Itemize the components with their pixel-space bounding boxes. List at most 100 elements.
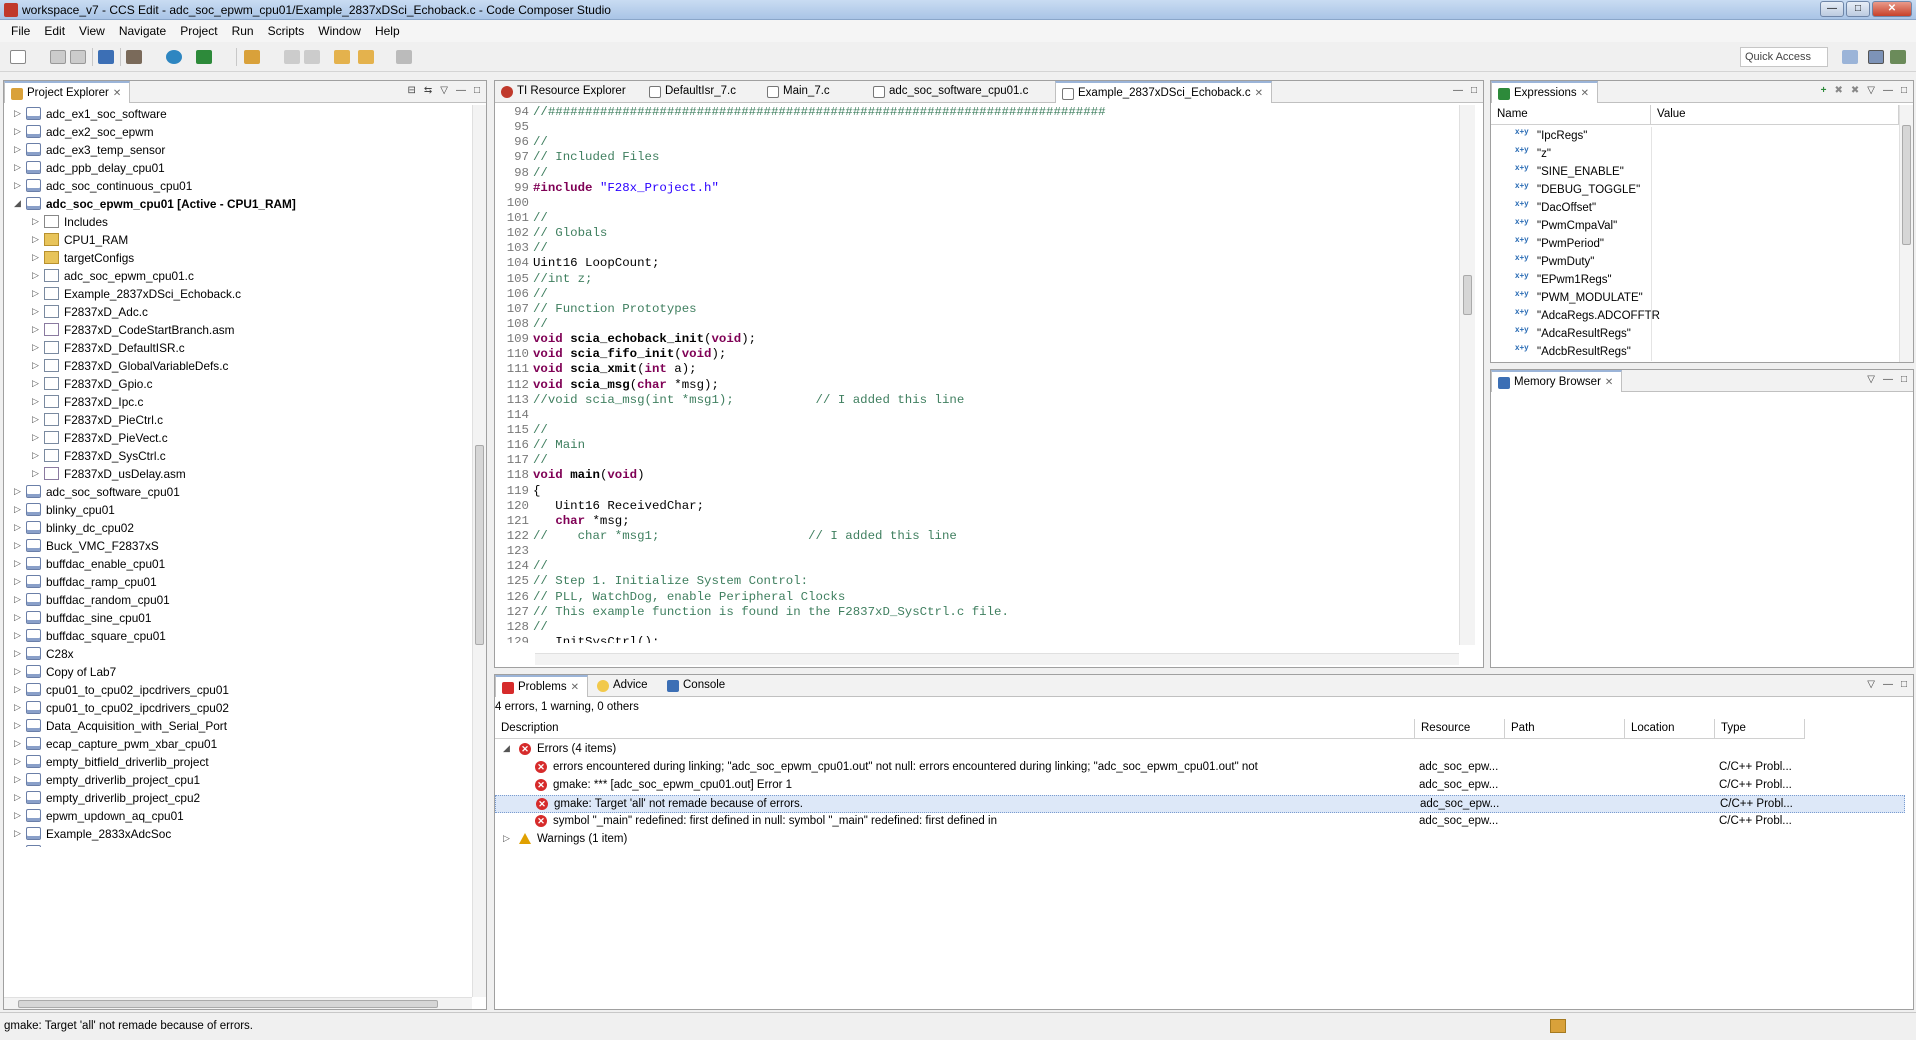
expand-arrow-icon[interactable]: ▷ [32, 361, 40, 370]
expand-arrow-icon[interactable]: ▷ [32, 235, 40, 244]
mark-icon[interactable] [304, 50, 320, 64]
tab-expressions[interactable]: Expressions ✕ [1491, 81, 1599, 103]
editor-hscrollbar[interactable] [535, 653, 1459, 665]
expand-arrow-icon[interactable]: ▷ [32, 433, 40, 442]
expand-arrow-icon[interactable]: ▷ [14, 577, 22, 586]
code-line[interactable]: 103 // [495, 241, 1459, 256]
code-line[interactable]: 102 // Globals [495, 226, 1459, 241]
expand-arrow-icon[interactable]: ▷ [14, 163, 22, 172]
build-hammer-icon[interactable] [126, 50, 142, 64]
menu-window[interactable]: Window [311, 24, 368, 38]
errors-group-row[interactable]: ◢ ✕ Errors (4 items) [495, 741, 1905, 759]
tree-project-item[interactable]: ▷ epwm_updown_aq_cpu01 [4, 807, 472, 825]
code-line[interactable]: 95 [495, 120, 1459, 135]
remove-expression-icon[interactable]: ✖ [1834, 85, 1842, 96]
problem-row[interactable]: ✕ gmake: Target 'all' not remade because … [495, 795, 1905, 813]
save-icon[interactable] [50, 50, 66, 64]
tree-project-item[interactable]: ▷ adc_ex2_soc_epwm [4, 123, 472, 141]
code-line[interactable]: 113 //void scia_msg(int *msg1); // I adde… [495, 393, 1459, 408]
close-icon[interactable]: ✕ [1581, 88, 1589, 99]
expand-arrow-icon[interactable]: ▷ [14, 109, 22, 118]
menu-edit[interactable]: Edit [37, 24, 72, 38]
tree-project-item[interactable]: ◢ adc_soc_epwm_cpu01 [Active - CPU1_RAM] [4, 195, 472, 213]
expression-row[interactable]: x+y "PwmDuty" [1491, 253, 1899, 271]
tab-project-explorer[interactable]: Project Explorer ✕ [4, 81, 131, 103]
tree-file-item[interactable]: ▷ F2837xD_GlobalVariableDefs.c [4, 357, 472, 375]
toggle-icon[interactable] [284, 50, 300, 64]
tree-project-item[interactable]: ▷ C28x [4, 645, 472, 663]
minimize-button[interactable]: — [1820, 1, 1844, 17]
tree-project-item[interactable]: ▷ empty_bitfield_driverlib_project [4, 753, 472, 771]
expand-arrow-icon[interactable]: ▷ [32, 379, 40, 388]
tree-project-item[interactable]: ▷ empty_driverlib_project_cpu2 [4, 789, 472, 807]
expand-arrow-icon[interactable]: ▷ [32, 325, 40, 334]
tree-project-item[interactable]: ▷ buffdac_random_cpu01 [4, 591, 472, 609]
expand-arrow-icon[interactable]: ▷ [14, 127, 22, 136]
code-line[interactable]: 114 [495, 408, 1459, 423]
warnings-group-row[interactable]: ▷ Warnings (1 item) [495, 831, 1905, 849]
expand-arrow-icon[interactable]: ▷ [32, 271, 40, 280]
tree-file-item[interactable]: ▷ F2837xD_Gpio.c [4, 375, 472, 393]
code-line[interactable]: 94 //####################################… [495, 105, 1459, 120]
expression-row[interactable]: x+y "SINE_ENABLE" [1491, 163, 1899, 181]
maximize-view-icon[interactable]: □ [1901, 679, 1907, 690]
tree-project-item[interactable]: ▷ buffdac_square_cpu01 [4, 627, 472, 645]
tree-file-item[interactable]: ▷ F2837xD_PieVect.c [4, 429, 472, 447]
tab-advice[interactable]: Advice [591, 675, 656, 697]
project-tree-hscrollbar[interactable] [4, 997, 472, 1009]
tree-project-item[interactable]: ▷ adc_ppb_delay_cpu01 [4, 159, 472, 177]
menu-view[interactable]: View [72, 24, 112, 38]
code-line[interactable]: 112 void scia_msg(char *msg); [495, 378, 1459, 393]
tree-project-item[interactable]: ▷ blinky_cpu01 [4, 501, 472, 519]
code-line[interactable]: 101 // [495, 211, 1459, 226]
ccs-edit-perspective-icon[interactable] [1868, 50, 1884, 64]
col-description[interactable]: Description [495, 719, 1415, 739]
expand-arrow-icon[interactable]: ▷ [32, 397, 40, 406]
code-line[interactable]: 115 // [495, 423, 1459, 438]
tab-main-7-c[interactable]: Main_7.c [761, 81, 838, 103]
code-line[interactable]: 96 // [495, 135, 1459, 150]
code-line[interactable]: 129 InitSysCtrl(); [495, 635, 1459, 643]
collapse-arrow-icon[interactable]: ◢ [503, 743, 510, 754]
tree-project-item[interactable]: ▷ Data_Acquisition_with_Serial_Port [4, 717, 472, 735]
project-tree-vscrollbar[interactable] [472, 105, 486, 997]
menu-navigate[interactable]: Navigate [112, 24, 173, 38]
menu-scripts[interactable]: Scripts [261, 24, 312, 38]
code-line[interactable]: 100 [495, 196, 1459, 211]
maximize-button[interactable]: □ [1846, 1, 1870, 17]
tree-file-item[interactable]: ▷ Example_2837xDSci_Echoback.c [4, 285, 472, 303]
expand-arrow-icon[interactable]: ▷ [14, 721, 22, 730]
tab-ti-resource-explorer[interactable]: TI Resource Explorer [495, 81, 634, 103]
code-line[interactable]: 125 // Step 1. Initialize System Control: [495, 574, 1459, 589]
code-line[interactable]: 108 // [495, 317, 1459, 332]
tree-project-item[interactable]: ▷Example_2833xEPwmUpDownAQ [4, 843, 472, 847]
tab-problems[interactable]: Problems ✕ [495, 675, 588, 697]
expand-arrow-icon[interactable]: ▷ [14, 145, 22, 154]
maximize-view-icon[interactable]: □ [1471, 85, 1477, 96]
close-icon[interactable]: ✕ [1605, 377, 1613, 388]
code-line[interactable]: 116 // Main [495, 438, 1459, 453]
problem-row[interactable]: ✕ errors encountered during linking; "adc… [495, 759, 1905, 777]
menu-project[interactable]: Project [173, 24, 224, 38]
code-line[interactable]: 122 // char *msg1; // I added this line [495, 529, 1459, 544]
code-line[interactable]: 110 void scia_fifo_init(void); [495, 347, 1459, 362]
expand-arrow-icon[interactable]: ▷ [14, 181, 22, 190]
back-arrow-icon[interactable] [358, 50, 374, 64]
col-path[interactable]: Path [1505, 719, 1625, 739]
tree-project-item[interactable]: ▷ adc_soc_continuous_cpu01 [4, 177, 472, 195]
code-line[interactable]: 97 // Included Files [495, 150, 1459, 165]
expression-row[interactable]: x+y "IpcRegs" [1491, 127, 1899, 145]
col-type[interactable]: Type [1715, 719, 1805, 739]
minimize-view-icon[interactable]: — [1883, 679, 1893, 690]
menu-help[interactable]: Help [368, 24, 407, 38]
expand-arrow-icon[interactable]: ▷ [14, 649, 22, 658]
expand-arrow-icon[interactable]: ▷ [14, 523, 22, 532]
flash-icon[interactable] [244, 50, 260, 64]
collapse-all-icon[interactable]: ⊟ [407, 85, 415, 96]
expressions-vscrollbar[interactable] [1899, 105, 1913, 362]
tree-project-item[interactable]: ▷ cpu01_to_cpu02_ipcdrivers_cpu01 [4, 681, 472, 699]
expand-arrow-icon[interactable]: ▷ [14, 595, 22, 604]
add-expression-icon[interactable]: + [1821, 85, 1827, 96]
expand-arrow-icon[interactable]: ▷ [14, 685, 22, 694]
tree-file-item[interactable]: ▷ F2837xD_SysCtrl.c [4, 447, 472, 465]
